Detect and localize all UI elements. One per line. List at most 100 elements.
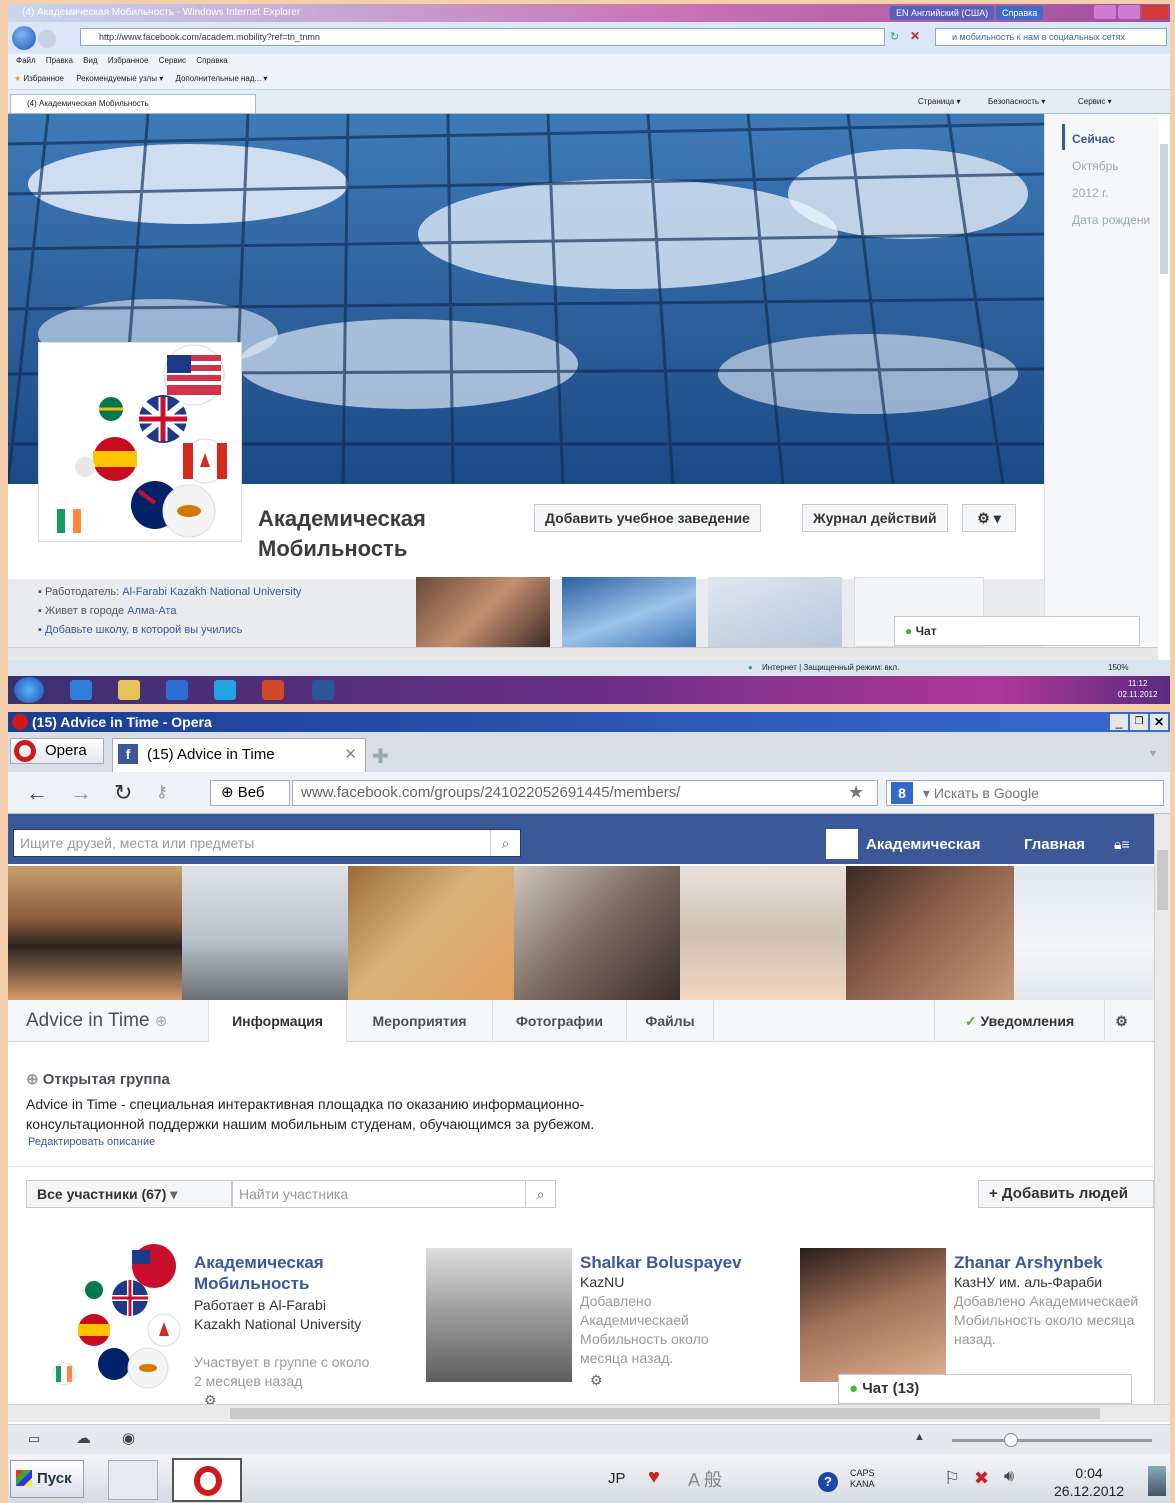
taskbar-clock[interactable]: 0:04 26.12.2012 [1054,1464,1124,1500]
member-name-1[interactable]: Академическая Мобильность [194,1252,394,1294]
refresh-icon[interactable]: ↻ [890,30,899,43]
facebook-search-input[interactable]: Ищите друзей, места или предметы ⌕ [13,829,521,857]
maximize-icon[interactable] [1118,5,1140,19]
key-icon[interactable]: ⚷ [156,782,168,802]
member-photo-1[interactable] [8,866,182,1000]
new-tab-icon[interactable]: ✚ [372,744,389,769]
page-name[interactable]: Академическая Мобильность [258,504,518,564]
ie-tab[interactable]: (4) Академическая Мобильность [10,94,256,114]
close-icon[interactable]: ✕ [1150,714,1168,730]
menu-view[interactable]: Вид [83,56,97,65]
member-avatar-colosseum[interactable] [426,1248,572,1382]
member-photo-7[interactable] [1014,866,1154,1000]
city-link[interactable]: Алма-Ата [127,605,176,617]
ie-taskbar-icon[interactable] [70,680,92,700]
start-orb-icon[interactable] [14,677,44,703]
member-photo-5[interactable] [680,866,846,1000]
addons-link[interactable]: Дополнительные над... ▾ [175,74,267,83]
map-thumbnail[interactable] [708,577,842,647]
minimize-icon[interactable]: _ [1110,714,1128,730]
media-taskbar-icon[interactable] [166,680,188,700]
stop-icon[interactable]: ✕ [910,29,920,43]
ie-search-input[interactable]: и мобильность к нам в социальных сетях [935,28,1167,46]
google-search-input[interactable]: 8 ▾ Искать в Google [886,780,1164,806]
activity-log-button[interactable]: Журнал действий [802,504,948,532]
employer-link[interactable]: Al-Farabi Kazakh National University [122,586,301,598]
ie-vertical-scrollbar[interactable] [1160,144,1168,274]
member-photo-3[interactable] [348,866,514,1000]
input-language[interactable]: JP [608,1470,626,1487]
powerpoint-taskbar-icon[interactable] [108,1460,158,1500]
tab-close-icon[interactable]: ✕ [344,739,357,771]
group-title[interactable]: Advice in Time ⊕ [26,1010,167,1032]
menu-edit[interactable]: Правка [46,56,73,65]
member-name-2[interactable]: Shalkar Boluspayev [580,1252,780,1273]
member-settings-gear-icon[interactable]: ⚙ [590,1372,603,1389]
home-link[interactable]: Главная [1024,836,1085,853]
panel-toggle-icon[interactable]: ▭ [28,1431,40,1447]
timeline-birth[interactable]: Дата рождени [1072,213,1150,227]
skype-taskbar-icon[interactable] [214,680,236,700]
explorer-taskbar-icon[interactable] [118,680,140,700]
minimize-icon[interactable] [1094,5,1116,19]
tab-events[interactable]: Мероприятия [346,1000,492,1042]
tools-menu[interactable]: Сервис ▾ [1078,90,1112,114]
tab-files[interactable]: Файлы [626,1000,714,1042]
add-people-button[interactable]: + Добавить людей [978,1180,1154,1208]
member-name-3[interactable]: Zhanar Arshynbek [954,1252,1154,1273]
forward-icon[interactable] [38,30,56,48]
scroll-thumb[interactable] [230,1408,1100,1419]
menu-help[interactable]: Справка [196,56,227,65]
tab-info[interactable]: Информация [208,1000,346,1042]
zoom-level[interactable]: 150% [1108,660,1128,676]
timeline-2012[interactable]: 2012 г. [1072,186,1108,200]
back-icon[interactable] [12,26,36,50]
search-icon[interactable]: ⌕ [490,830,520,856]
member-photo-2[interactable] [182,866,348,1000]
opera-taskbar-button[interactable] [172,1458,242,1502]
add-school-button[interactable]: Добавить учебное заведение [534,504,761,532]
profile-avatar[interactable] [826,829,858,859]
back-icon[interactable]: ← [26,780,48,806]
turbo-icon[interactable]: ☁ [76,1429,91,1447]
tab-menu-chevron-icon[interactable]: ▾ [1150,746,1156,760]
close-icon[interactable] [1142,5,1168,19]
network-icon[interactable]: ✖ [974,1468,989,1489]
page-menu[interactable]: Страница ▾ [918,90,961,114]
opera-vertical-scrollbar[interactable] [1154,814,1170,1404]
show-desktop-button[interactable] [1148,1466,1166,1496]
reload-icon[interactable]: ↻ [114,780,132,806]
member-avatar-zhanar[interactable] [800,1248,946,1382]
scroll-thumb[interactable] [1157,850,1168,910]
ie-clock[interactable]: 11:12 02.11.2012 [1118,678,1157,700]
zoom-up-icon[interactable]: ▲ [914,1431,925,1443]
speed-icon[interactable]: ◉ [122,1429,135,1447]
profile-name-link[interactable]: Академическая [866,836,980,853]
opera-horizontal-scrollbar[interactable] [8,1404,1170,1422]
help-button[interactable]: Справка [996,6,1044,20]
edit-description-link[interactable]: Редактировать описание [28,1136,155,1148]
search-icon[interactable]: ⌕ [525,1181,555,1207]
member-photo-6[interactable] [846,866,1014,1000]
opera-address-input[interactable]: www.facebook.com/groups/241022052691445/… [292,780,878,806]
language-button[interactable]: EN Английский (США) [890,6,995,20]
member-photo-4[interactable] [514,866,680,1000]
photos-thumbnail[interactable] [416,577,550,647]
cover-thumbnail[interactable] [562,577,696,647]
restore-icon[interactable]: ❐ [1130,714,1148,730]
ie-horizontal-scrollbar[interactable] [8,647,1158,660]
powerpoint-taskbar-icon[interactable] [262,680,284,700]
chat-bar[interactable]: ● Чат (13) [838,1374,1132,1404]
menu-tools[interactable]: Сервис [159,56,186,65]
help-icon[interactable]: ? [818,1472,838,1492]
timeline-now[interactable]: Сейчас [1072,132,1115,146]
web-badge[interactable]: ⊕ Веб [210,780,290,806]
all-members-dropdown[interactable]: Все участники (67) ▾ [26,1180,232,1208]
zoom-slider[interactable] [952,1439,1152,1442]
menu-favorites[interactable]: Избранное [108,56,149,65]
member-avatar-flags[interactable] [42,1242,188,1392]
ime-mode-icon[interactable]: A 般 [688,1466,722,1492]
profile-picture-flags[interactable] [38,342,242,542]
privacy-lock-icon[interactable]: 🔒︎≡ [1114,836,1130,853]
flag-icon[interactable]: ⚐ [944,1468,960,1489]
